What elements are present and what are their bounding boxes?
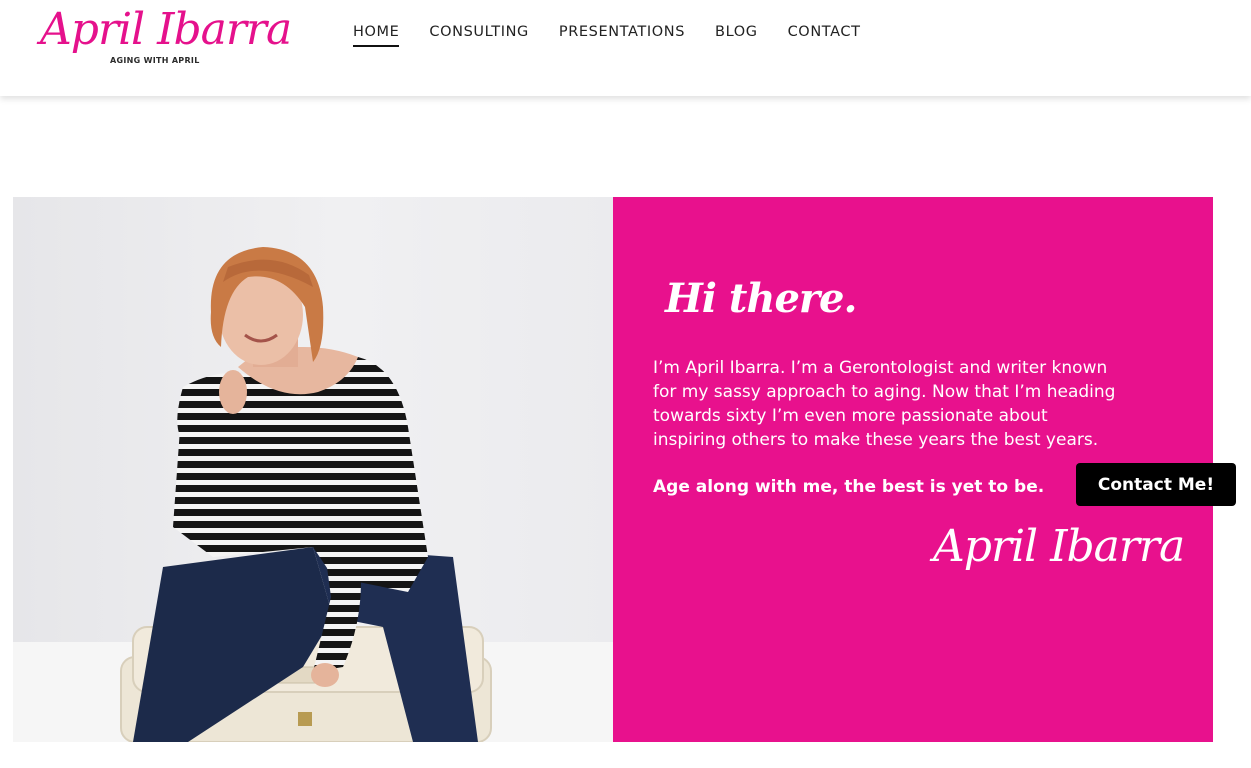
site-logo[interactable]: April Ibarra AGING WITH APRIL: [40, 4, 292, 84]
logo-tagline: AGING WITH APRIL: [110, 56, 200, 65]
nav-presentations[interactable]: PRESENTATIONS: [559, 24, 685, 47]
intro-tagline: Age along with me, the best is yet to be…: [653, 477, 1045, 497]
main-nav: HOME CONSULTING PRESENTATIONS BLOG CONTA…: [353, 24, 891, 47]
nav-contact[interactable]: CONTACT: [788, 24, 861, 47]
contact-me-button[interactable]: Contact Me!: [1076, 463, 1236, 506]
logo-script-text: April Ibarra: [40, 4, 292, 55]
nav-consulting[interactable]: CONSULTING: [429, 24, 529, 47]
nav-home[interactable]: HOME: [353, 24, 400, 47]
hero-photo: [13, 197, 613, 742]
intro-bio: I’m April Ibarra. I’m a Gerontologist an…: [653, 358, 1116, 450]
portrait-illustration: [120, 247, 492, 742]
nav-blog[interactable]: BLOG: [715, 24, 758, 47]
intro-heading: Hi there.: [665, 275, 857, 322]
site-header: April Ibarra AGING WITH APRIL HOME CONSU…: [0, 0, 1251, 96]
signature: April Ibarra: [933, 521, 1185, 572]
